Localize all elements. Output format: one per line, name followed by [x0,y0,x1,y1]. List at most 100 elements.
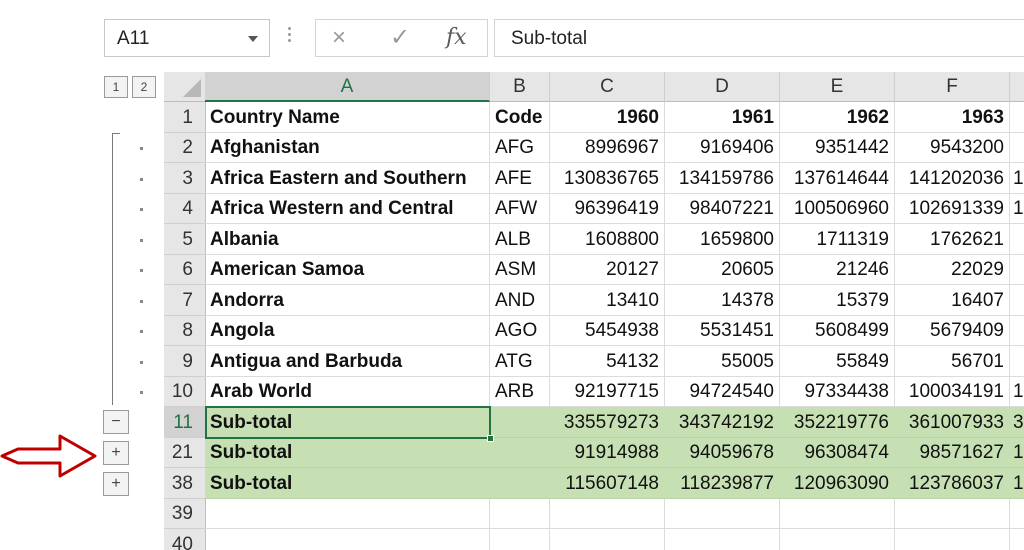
cell-a6[interactable]: American Samoa [205,255,490,285]
cell-g3[interactable]: 1 [1010,163,1024,194]
cell-d3[interactable]: 134159786 [665,163,780,194]
cell-d39[interactable] [665,499,780,529]
row-header-7[interactable]: 7 [164,285,206,316]
cell-b4[interactable]: AFW [490,194,550,224]
cell-e10[interactable]: 97334438 [780,377,895,407]
cell-e7[interactable]: 15379 [780,285,895,316]
cell-a21[interactable]: Sub-total [205,438,490,468]
cell-f4[interactable]: 102691339 [895,194,1010,224]
select-all-corner[interactable] [164,72,206,102]
cell-e4[interactable]: 100506960 [780,194,895,224]
cell-e11[interactable]: 352219776 [780,407,895,438]
row-header-3[interactable]: 3 [164,163,206,194]
column-header-f[interactable]: F [895,72,1010,102]
cell-c2[interactable]: 8996967 [550,133,665,163]
insert-function-icon[interactable]: fx [446,25,467,51]
row-header-5[interactable]: 5 [164,224,206,255]
row-header-6[interactable]: 6 [164,255,206,285]
cell-a38[interactable]: Sub-total [205,468,490,499]
column-header-a[interactable]: A [205,72,490,102]
column-header-b[interactable]: B [490,72,550,102]
cell-e1[interactable]: 1962 [780,102,895,133]
cell-d8[interactable]: 5531451 [665,316,780,346]
cell-e38[interactable]: 120963090 [780,468,895,499]
cell-g6[interactable] [1010,255,1024,285]
cell-b6[interactable]: ASM [490,255,550,285]
outline-level-1-button[interactable]: 1 [104,76,128,98]
cell-c21[interactable]: 91914988 [550,438,665,468]
row-header-10[interactable]: 10 [164,377,206,407]
cell-b9[interactable]: ATG [490,346,550,377]
row-header-38[interactable]: 38 [164,468,206,499]
cell-f11[interactable]: 361007933 [895,407,1010,438]
column-header-d[interactable]: D [665,72,780,102]
cell-c1[interactable]: 1960 [550,102,665,133]
row-header-4[interactable]: 4 [164,194,206,224]
cell-a4[interactable]: Africa Western and Central [205,194,490,224]
drag-handle-icon[interactable] [286,24,292,50]
cell-a2[interactable]: Afghanistan [205,133,490,163]
cell-g8[interactable] [1010,316,1024,346]
cell-b11[interactable] [490,407,550,438]
cell-e3[interactable]: 137614644 [780,163,895,194]
row-header-2[interactable]: 2 [164,133,206,163]
cell-a40[interactable] [205,529,490,550]
cell-b2[interactable]: AFG [490,133,550,163]
cell-d21[interactable]: 94059678 [665,438,780,468]
cell-a1[interactable]: Country Name [205,102,490,133]
row-header-40[interactable]: 40 [164,529,206,550]
cell-f1[interactable]: 1963 [895,102,1010,133]
column-header-partial[interactable] [1010,72,1024,102]
row-header-11[interactable]: 11 [164,407,206,438]
cell-e5[interactable]: 1711319 [780,224,895,255]
cell-c11[interactable]: 335579273 [550,407,665,438]
cell-c39[interactable] [550,499,665,529]
cell-f21[interactable]: 98571627 [895,438,1010,468]
cell-f39[interactable] [895,499,1010,529]
row-header-39[interactable]: 39 [164,499,206,529]
cell-b39[interactable] [490,499,550,529]
cell-f10[interactable]: 100034191 [895,377,1010,407]
cell-c8[interactable]: 5454938 [550,316,665,346]
cell-d38[interactable]: 118239877 [665,468,780,499]
cell-b10[interactable]: ARB [490,377,550,407]
outline-level-2-button[interactable]: 2 [132,76,156,98]
cell-b5[interactable]: ALB [490,224,550,255]
cell-e8[interactable]: 5608499 [780,316,895,346]
cell-g1[interactable] [1010,102,1024,133]
cell-f6[interactable]: 22029 [895,255,1010,285]
cell-g9[interactable] [1010,346,1024,377]
cell-e2[interactable]: 9351442 [780,133,895,163]
cell-c38[interactable]: 115607148 [550,468,665,499]
cell-b3[interactable]: AFE [490,163,550,194]
row-header-9[interactable]: 9 [164,346,206,377]
cell-c6[interactable]: 20127 [550,255,665,285]
cell-b1[interactable]: Code [490,102,550,133]
cell-g11[interactable]: 3 [1010,407,1024,438]
cell-f3[interactable]: 141202036 [895,163,1010,194]
cell-g39[interactable] [1010,499,1024,529]
cell-e9[interactable]: 55849 [780,346,895,377]
column-header-c[interactable]: C [550,72,665,102]
cell-b8[interactable]: AGO [490,316,550,346]
cell-g5[interactable] [1010,224,1024,255]
cell-f40[interactable] [895,529,1010,550]
cell-f2[interactable]: 9543200 [895,133,1010,163]
cell-d7[interactable]: 14378 [665,285,780,316]
cell-e21[interactable]: 96308474 [780,438,895,468]
cell-g38[interactable]: 1 [1010,468,1024,499]
cancel-icon[interactable]: × [332,25,346,51]
cell-d40[interactable] [665,529,780,550]
cell-f8[interactable]: 5679409 [895,316,1010,346]
cell-d9[interactable]: 55005 [665,346,780,377]
row-header-8[interactable]: 8 [164,316,206,346]
cell-g21[interactable]: 1 [1010,438,1024,468]
cell-c40[interactable] [550,529,665,550]
cell-c10[interactable]: 92197715 [550,377,665,407]
cell-f38[interactable]: 123786037 [895,468,1010,499]
collapse-group-button[interactable]: − [103,410,129,434]
cell-f7[interactable]: 16407 [895,285,1010,316]
cell-d11[interactable]: 343742192 [665,407,780,438]
cell-c4[interactable]: 96396419 [550,194,665,224]
cell-g10[interactable]: 1 [1010,377,1024,407]
